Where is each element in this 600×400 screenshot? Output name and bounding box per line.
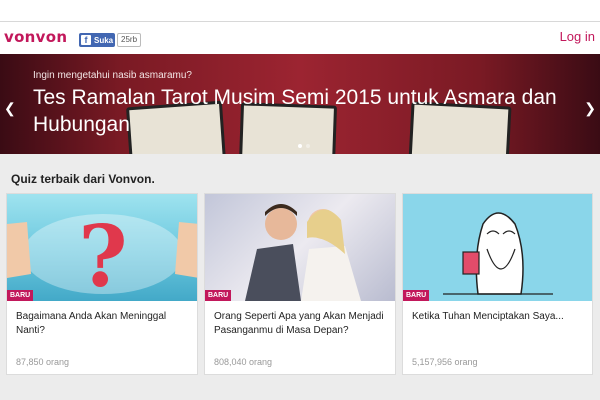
- chevron-right-icon[interactable]: ❯: [584, 100, 596, 117]
- featured-quiz-banner[interactable]: Ingin mengetahui nasib asmaramu? Tes Ram…: [0, 54, 600, 154]
- new-badge: BARU: [205, 290, 232, 301]
- top-bar: [0, 0, 600, 22]
- header: vonvon f Suka 25rb Log in: [0, 22, 600, 54]
- quiz-thumbnail[interactable]: BARU: [403, 194, 592, 301]
- quiz-participant-count: 5,157,956 orang: [412, 357, 478, 367]
- quiz-participant-count: 808,040 orang: [214, 357, 273, 367]
- quiz-title[interactable]: Ketika Tuhan Menciptakan Saya...: [412, 310, 587, 324]
- question-mark-illustration: ?: [7, 207, 197, 301]
- vonvon-logo[interactable]: vonvon: [4, 28, 67, 46]
- new-badge: BARU: [7, 290, 34, 301]
- svg-text:?: ?: [78, 207, 127, 301]
- login-link[interactable]: Log in: [560, 29, 595, 44]
- quiz-card[interactable]: BARU Orang Seperti Apa yang Akan Menjadi…: [204, 193, 396, 375]
- quiz-thumbnail[interactable]: ? BARU: [7, 194, 197, 301]
- facebook-icon: f: [81, 35, 91, 45]
- quiz-thumbnail[interactable]: BARU: [205, 194, 395, 301]
- quiz-title[interactable]: Orang Seperti Apa yang Akan Menjadi Pasa…: [214, 310, 389, 338]
- facebook-like-button[interactable]: f Suka: [79, 33, 115, 47]
- carousel-dots: [298, 144, 310, 148]
- quiz-title[interactable]: Bagaimana Anda Akan Meninggal Nanti?: [16, 310, 191, 338]
- banner-title[interactable]: Tes Ramalan Tarot Musim Semi 2015 untuk …: [33, 84, 593, 138]
- facebook-like-label: Suka: [94, 35, 114, 45]
- quiz-card[interactable]: BARU Ketika Tuhan Menciptakan Saya... 5,…: [402, 193, 593, 375]
- god-doodle-illustration: [403, 194, 592, 301]
- banner-subtitle: Ingin mengetahui nasib asmaramu?: [33, 70, 192, 81]
- facebook-like-count: 25rb: [117, 33, 142, 47]
- new-badge: BARU: [403, 290, 430, 301]
- chevron-left-icon[interactable]: ❮: [4, 100, 16, 117]
- carousel-dot[interactable]: [306, 144, 310, 148]
- carousel-dot[interactable]: [298, 144, 302, 148]
- quiz-card[interactable]: ? BARU Bagaimana Anda Akan Meninggal Nan…: [6, 193, 198, 375]
- quiz-participant-count: 87,850 orang: [16, 357, 70, 367]
- couple-illustration: [245, 204, 361, 301]
- section-title: Quiz terbaik dari Vonvon.: [11, 172, 155, 186]
